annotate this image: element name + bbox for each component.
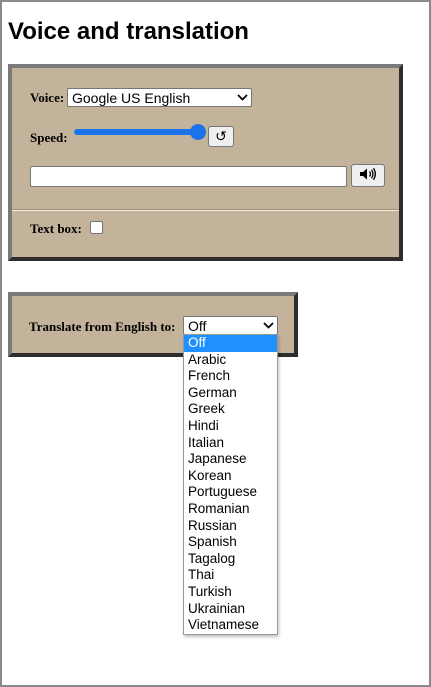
translate-select-value: Off (188, 317, 207, 334)
dropdown-option-off[interactable]: Off (184, 335, 277, 352)
dropdown-option-vietnamese[interactable]: Vietnamese (184, 617, 277, 634)
dropdown-option-hindi[interactable]: Hindi (184, 418, 277, 435)
dropdown-option-ukrainian[interactable]: Ukrainian (184, 601, 277, 618)
dropdown-option-thai[interactable]: Thai (184, 567, 277, 584)
speed-label: Speed: (30, 130, 68, 145)
translate-label: Translate from English to: (29, 319, 176, 334)
dropdown-option-romanian[interactable]: Romanian (184, 501, 277, 518)
dropdown-option-russian[interactable]: Russian (184, 518, 277, 535)
speed-slider[interactable] (74, 124, 206, 140)
dropdown-option-turkish[interactable]: Turkish (184, 584, 277, 601)
page-title: Voice and translation (8, 18, 249, 45)
voice-select-value: Google US English (72, 89, 191, 106)
reset-icon: ↺ (215, 128, 227, 145)
dropdown-option-german[interactable]: German (184, 385, 277, 402)
textbox-checkbox[interactable] (90, 221, 103, 234)
speed-slider-fill (74, 129, 198, 135)
dropdown-option-greek[interactable]: Greek (184, 401, 277, 418)
textbox-label: Text box: (30, 221, 82, 236)
dropdown-option-arabic[interactable]: Arabic (184, 352, 277, 369)
translate-language-dropdown: Off Arabic French German Greek Hindi Italian Ja… (183, 334, 278, 635)
dropdown-option-portuguese[interactable]: Portuguese (184, 484, 277, 501)
dropdown-option-tagalog[interactable]: Tagalog (184, 551, 277, 568)
voice-panel: Voice: Google US English Speed: ↺ Text b… (8, 64, 403, 261)
dropdown-option-italian[interactable]: Italian (184, 435, 277, 452)
speech-text-input[interactable] (30, 166, 347, 187)
speak-button[interactable] (351, 164, 385, 187)
voice-select[interactable]: Google US English (67, 88, 252, 107)
dropdown-option-korean[interactable]: Korean (184, 468, 277, 485)
chevron-down-icon (259, 318, 277, 334)
translate-language-select[interactable]: Off (183, 316, 278, 335)
speaker-icon (359, 167, 377, 185)
chevron-down-icon (233, 90, 251, 106)
reset-speed-button[interactable]: ↺ (208, 126, 234, 147)
panel-divider (12, 209, 399, 211)
speed-slider-thumb[interactable] (190, 124, 206, 140)
dropdown-option-spanish[interactable]: Spanish (184, 534, 277, 551)
dropdown-option-french[interactable]: French (184, 368, 277, 385)
dropdown-option-japanese[interactable]: Japanese (184, 451, 277, 468)
voice-label: Voice: (30, 90, 65, 105)
